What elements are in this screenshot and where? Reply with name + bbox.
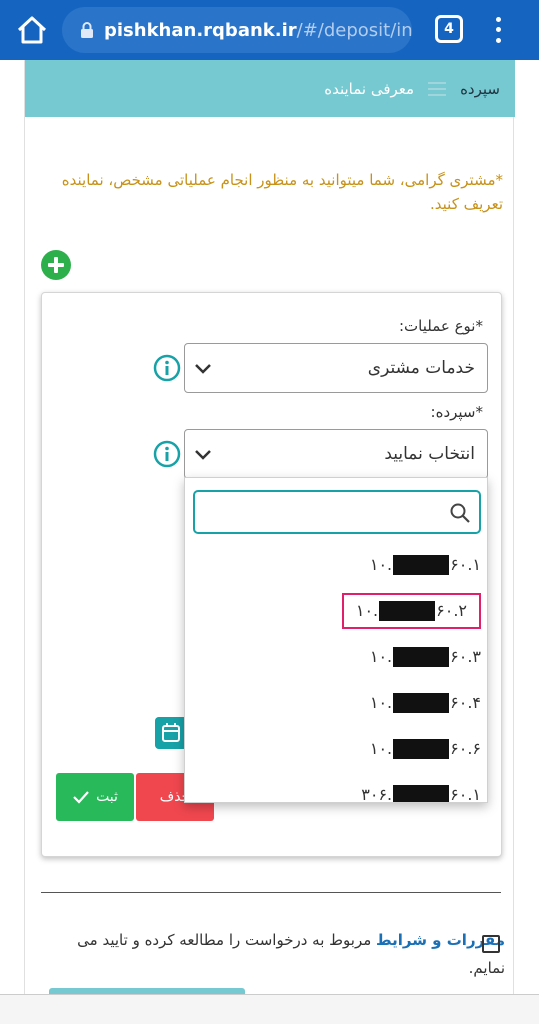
lock-icon bbox=[81, 22, 93, 38]
section-divider bbox=[41, 892, 501, 893]
operation-type-value: خدمات مشتری bbox=[367, 358, 475, 378]
account-suffix: ۶۰.۱ bbox=[450, 784, 481, 803]
account-suffix: ۶۰.۳ bbox=[450, 646, 481, 666]
tab-switcher-button[interactable]: 4 bbox=[435, 15, 463, 43]
calendar-icon[interactable] bbox=[155, 717, 187, 749]
representative-form: *نوع عملیات: خدمات مشتری *سپرده: انتخاب … bbox=[41, 292, 502, 857]
account-number: ۱۰. ۶۰.۳ bbox=[370, 647, 481, 668]
dropdown-option[interactable]: ۱۰. ۶۰.۱ bbox=[185, 542, 487, 588]
browser-toolbar: pishkhan.rqbank.ir /#/deposit/int 4 bbox=[0, 0, 539, 60]
deposit-select[interactable]: انتخاب نمایید bbox=[184, 429, 488, 479]
page-header: سپرده معرفی نماینده bbox=[25, 60, 515, 117]
url-path: /#/deposit/int bbox=[296, 19, 412, 41]
dropdown-option[interactable]: ۳۰۶. ۶۰.۱ bbox=[185, 772, 487, 803]
redaction-block bbox=[379, 601, 436, 622]
operation-type-label: *نوع عملیات: bbox=[398, 317, 483, 335]
system-nav-bar bbox=[0, 994, 539, 1024]
operation-type-select[interactable]: خدمات مشتری bbox=[184, 343, 488, 393]
account-suffix: ۶۰.۶ bbox=[450, 738, 481, 758]
chevron-down-icon bbox=[195, 450, 211, 460]
terms-text: مقررات و شرایط مربوط به درخواست را مطالع… bbox=[39, 926, 505, 982]
page-content: سپرده معرفی نماینده *مشتری گرامی، شما می… bbox=[24, 60, 515, 1024]
account-suffix: ۶۰.۱ bbox=[450, 554, 481, 574]
account-prefix: ۱۰. bbox=[369, 646, 393, 666]
home-icon[interactable] bbox=[14, 12, 50, 48]
page-title: معرفی نماینده bbox=[324, 79, 415, 98]
submit-button[interactable]: ثبت bbox=[56, 773, 134, 821]
dropdown-option[interactable]: ۱۰. ۶۰.۲ bbox=[185, 588, 487, 634]
account-prefix: ۱۰. bbox=[355, 600, 379, 620]
header-section: سپرده bbox=[460, 79, 500, 98]
url-domain: pishkhan.rqbank.ir bbox=[104, 19, 297, 41]
redaction-block bbox=[393, 739, 450, 760]
tab-count: 4 bbox=[444, 21, 454, 37]
notice-text: *مشتری گرامی، شما میتوانید به منظور انجا… bbox=[61, 171, 503, 213]
account-number: ۱۰. ۶۰.۴ bbox=[370, 693, 481, 714]
dropdown-option[interactable]: ۱۰. ۶۰.۴ bbox=[185, 680, 487, 726]
account-suffix: ۶۰.۲ bbox=[436, 600, 467, 620]
terms-checkbox[interactable] bbox=[482, 935, 500, 953]
info-icon[interactable] bbox=[153, 440, 181, 468]
dropdown-option[interactable]: ۱۰. ۶۰.۳ bbox=[185, 634, 487, 680]
account-prefix: ۱۰. bbox=[369, 692, 393, 712]
check-icon bbox=[73, 791, 89, 804]
overflow-menu-icon[interactable] bbox=[488, 14, 508, 46]
account-number: ۱۰. ۶۰.۲ bbox=[341, 592, 481, 630]
search-icon bbox=[450, 503, 470, 523]
dropdown-search-input[interactable] bbox=[193, 490, 481, 534]
redaction-block bbox=[393, 647, 450, 668]
hamburger-icon[interactable] bbox=[428, 81, 447, 96]
redaction-block bbox=[393, 785, 450, 802]
account-prefix: ۱۰. bbox=[369, 554, 393, 574]
chevron-down-icon bbox=[195, 364, 211, 374]
dropdown-option[interactable]: ۱۰. ۶۰.۶ bbox=[185, 726, 487, 772]
deposit-label: *سپرده: bbox=[430, 403, 483, 421]
redaction-block bbox=[393, 693, 450, 714]
address-bar[interactable]: pishkhan.rqbank.ir /#/deposit/int bbox=[62, 7, 412, 53]
info-icon[interactable] bbox=[153, 354, 181, 382]
redaction-block bbox=[393, 555, 450, 576]
account-prefix: ۳۰۶. bbox=[361, 784, 393, 803]
deposit-value: انتخاب نمایید bbox=[384, 444, 475, 464]
account-number: ۳۰۶. ۶۰.۱ bbox=[361, 784, 481, 803]
account-suffix: ۶۰.۴ bbox=[450, 692, 481, 712]
add-representative-button[interactable] bbox=[41, 250, 71, 280]
account-prefix: ۱۰. bbox=[369, 738, 393, 758]
account-number: ۱۰. ۶۰.۱ bbox=[370, 555, 481, 576]
account-number: ۱۰. ۶۰.۶ bbox=[370, 739, 481, 760]
deposit-dropdown-list: ۱۰. ۶۰.۱ ۱۰. ۶۰.۲ ۱۰. ۶۰.۳ ۱۰. ۶۰.۴ ۱۰. ۶۰.۶ ۳۰۶. ۶… bbox=[184, 477, 488, 803]
submit-label: ثبت bbox=[96, 789, 118, 805]
